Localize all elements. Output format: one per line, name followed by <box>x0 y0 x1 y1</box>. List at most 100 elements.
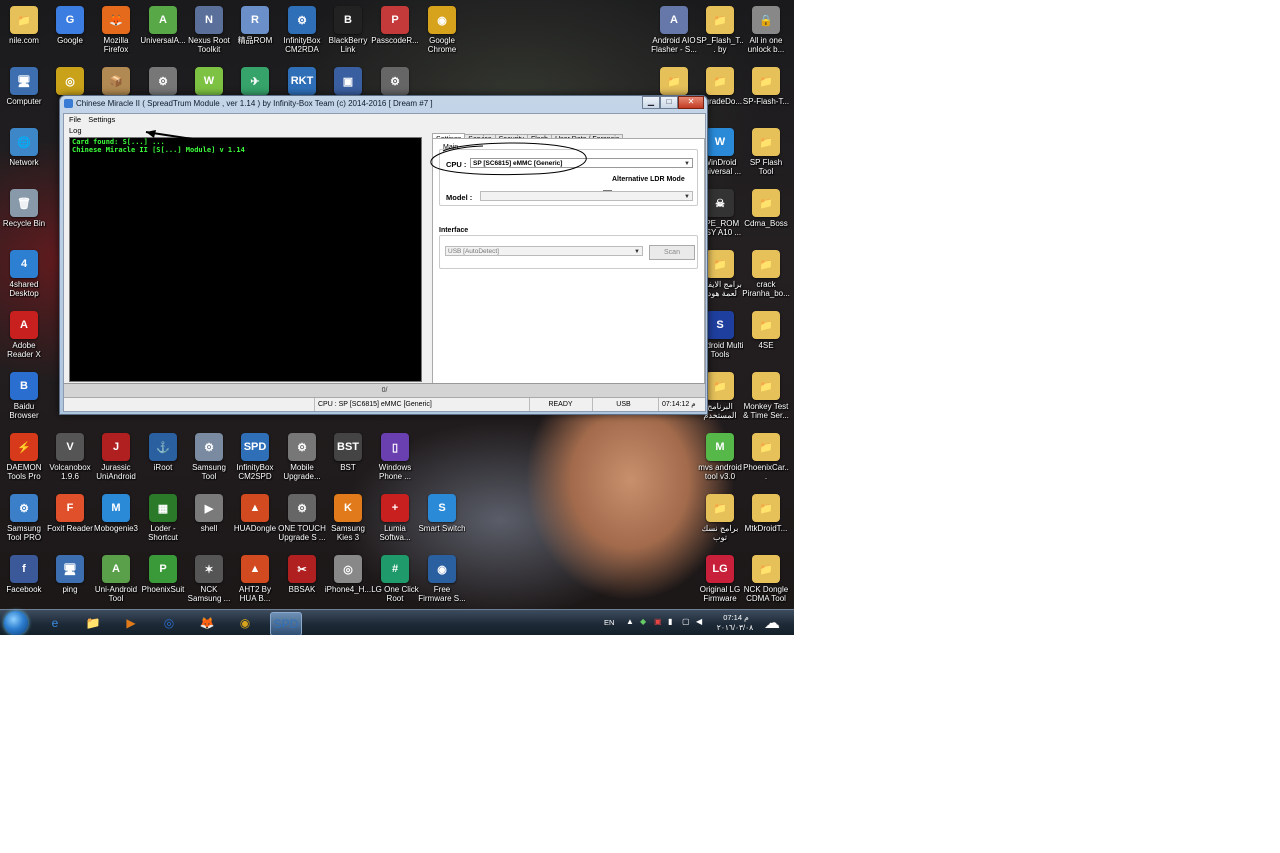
log-panel[interactable]: Card found: S[...] ... Chinese Miracle I… <box>69 137 422 382</box>
desktop-icon[interactable]: ⚙ Samsung Tool <box>185 430 233 490</box>
desktop-icon[interactable]: 📁 SP_Flash_T... by Solimikbal <box>696 3 744 63</box>
desktop-icon[interactable]: 📁 nile.com <box>0 3 48 63</box>
taskbar-chrome-button[interactable]: ◉ <box>230 612 260 634</box>
desktop-icon-image: ⚙ <box>381 67 409 95</box>
desktop-icon[interactable]: ⚙ Samsung Tool PRO <box>0 491 48 551</box>
taskbar-explorer-button[interactable]: 📁 <box>78 612 108 634</box>
taskbar-firefox-button[interactable]: 🦊 <box>192 612 222 634</box>
desktop-icon-label: MtkDroidT... <box>744 524 788 533</box>
desktop-icon[interactable]: 📁 Monkey Test & Time Ser... <box>742 369 790 429</box>
maximize-button[interactable]: □ <box>660 96 678 109</box>
desktop-icon-label: 4shared Desktop <box>9 280 39 298</box>
desktop-icon[interactable]: G Google <box>46 3 94 63</box>
desktop-icon[interactable]: ⚙ ONE TOUCH Upgrade S ... <box>278 491 326 551</box>
desktop-icon[interactable]: P PasscodeR... <box>371 3 419 63</box>
desktop-icon[interactable]: B BlackBerry Link <box>324 3 372 63</box>
display-icon[interactable]: ▢ <box>682 617 690 626</box>
desktop-icon[interactable]: B Baidu Browser <box>0 369 48 429</box>
desktop-icon[interactable]: A Android AIO Flasher - S... <box>650 3 698 63</box>
desktop-icon-label: NCK Samsung ... <box>187 585 231 603</box>
desktop-icon[interactable]: 🌐 Network <box>0 125 48 185</box>
desktop-icon[interactable]: ▲ HUADongle <box>231 491 279 551</box>
interface-select[interactable]: USB [AutoDetect] ▼ <box>445 246 643 256</box>
desktop-icon[interactable]: 📁 crack Piranha_bo... <box>742 247 790 307</box>
desktop-icon-label: Monkey Test & Time Ser... <box>743 402 789 420</box>
desktop-icon[interactable]: 📁 NCK Dongle CDMA Tool <box>742 552 790 612</box>
desktop-icon[interactable]: LG Original LG Firmware <box>696 552 744 612</box>
menu-file[interactable]: File <box>69 114 81 125</box>
desktop-icon[interactable]: ⚙ InfinityBox CM2RDA <box>278 3 326 63</box>
menu-settings[interactable]: Settings <box>88 114 115 125</box>
desktop-icon[interactable]: A Adobe Reader X <box>0 308 48 368</box>
desktop-icon[interactable]: M Mobogenie3 <box>92 491 140 551</box>
taskbar-media-button[interactable]: ▶ <box>116 612 146 634</box>
taskbar-ie-button[interactable]: e <box>40 612 70 634</box>
desktop-icon[interactable]: 📁 4SE <box>742 308 790 368</box>
tray-time[interactable]: 07:14 م <box>716 613 756 622</box>
close-button[interactable]: ✕ <box>678 96 704 109</box>
desktop-icon[interactable]: 🔒 All in one unlock b... <box>742 3 790 63</box>
desktop-icon[interactable]: ✂ BBSAK <box>278 552 326 612</box>
desktop-icon[interactable]: 📁 PhoenixCar... <box>742 430 790 490</box>
desktop-icon[interactable]: ◉ Google Chrome <box>418 3 466 63</box>
desktop-icon[interactable]: F Foxit Reader <box>46 491 94 551</box>
minimize-button[interactable]: ▁ <box>642 96 660 109</box>
scan-button[interactable]: Scan <box>649 245 695 260</box>
desktop-icon[interactable]: ⚓ iRoot <box>139 430 187 490</box>
desktop-icon[interactable]: 🖥 ping <box>46 552 94 612</box>
desktop-icon[interactable]: Mmvs android tool v3.0 <box>696 430 744 490</box>
desktop-icon[interactable]: ⚡ DAEMON Tools Pro <box>0 430 48 490</box>
desktop-icon[interactable]: BST BST <box>324 430 372 490</box>
network-icon[interactable]: ▣ <box>654 617 662 626</box>
taskbar-baidu-button[interactable]: ◎ <box>154 612 184 634</box>
tray-date[interactable]: ٢٠١٦/٠٣/٠٨ <box>710 623 760 632</box>
desktop-icon[interactable]: ⚙ Mobile Upgrade... <box>278 430 326 490</box>
desktop-icon[interactable]: ▲ AHT2 By HUA B... <box>231 552 279 612</box>
desktop-icon[interactable]: 🗑 Recycle Bin <box>0 186 48 246</box>
signal-icon[interactable]: ▮ <box>668 617 672 626</box>
weather-icon[interactable]: ☁ <box>764 613 780 633</box>
desktop-icon[interactable]: R 精品ROM <box>231 3 279 63</box>
tray-chevron-icon[interactable]: ▲ <box>626 617 634 626</box>
desktop-icon-label: nile.com <box>9 36 39 45</box>
desktop-icon[interactable]: 📁 SP-Flash-T... <box>742 64 790 124</box>
desktop-icon[interactable]: ▶ shell <box>185 491 233 551</box>
desktop-icon[interactable]: 🖥 Computer <box>0 64 48 124</box>
desktop-icon[interactable]: ▯ Windows Phone ... <box>371 430 419 490</box>
desktop-icon[interactable]: K Samsung Kies 3 <box>324 491 372 551</box>
taskbar-spd-button[interactable]: SPD <box>270 612 302 635</box>
desktop-icon-image: P <box>381 6 409 34</box>
start-button[interactable] <box>4 611 28 635</box>
desktop-icon[interactable]: 📁 Cdma_Boss <box>742 186 790 246</box>
language-indicator[interactable]: EN <box>604 618 614 627</box>
desktop-icon[interactable]: P PhoenixSuit <box>139 552 187 612</box>
title-bar[interactable]: Chinese Miracle II ( SpreadTrum Module ,… <box>60 96 707 112</box>
desktop-icon[interactable]: + Lumia Softwa... <box>371 491 419 551</box>
desktop-icon[interactable]: A UniversalA... <box>139 3 187 63</box>
desktop-icon-image: B <box>334 6 362 34</box>
desktop-icon[interactable]: 📁 MtkDroidT... <box>742 491 790 551</box>
desktop-icon[interactable]: N Nexus Root Toolkit <box>185 3 233 63</box>
desktop-icon[interactable]: 🦊 Mozilla Firefox <box>92 3 140 63</box>
desktop-icon[interactable]: 📁 برامج نسك توب <box>696 491 744 551</box>
model-select[interactable]: ▼ <box>480 191 693 201</box>
desktop-icon[interactable]: SPD InfinityBox CM2SPD <box>231 430 279 490</box>
desktop-icon[interactable]: S Smart Switch <box>418 491 466 551</box>
desktop-icon-image: 📁 <box>706 6 734 34</box>
desktop-icon[interactable]: # LG One Click Root <box>371 552 419 612</box>
desktop-icon[interactable]: ◎ iPhone4_H... <box>324 552 372 612</box>
app-window: Chinese Miracle II ( SpreadTrum Module ,… <box>59 95 708 415</box>
desktop-icon-label: Volcanobox 1.9.6 <box>49 463 91 481</box>
desktop-icon[interactable]: ◉ Free Firmware S... <box>418 552 466 612</box>
desktop-icon[interactable]: ✶ NCK Samsung ... <box>185 552 233 612</box>
desktop-icon[interactable]: ▦ Loder - Shortcut <box>139 491 187 551</box>
desktop-icon[interactable]: 4 4shared Desktop <box>0 247 48 307</box>
desktop-icon-image: ▣ <box>334 67 362 95</box>
desktop-icon[interactable]: V Volcanobox 1.9.6 <box>46 430 94 490</box>
desktop-icon[interactable]: J Jurassic UniAndroid <box>92 430 140 490</box>
desktop-icon[interactable]: A Uni-Android Tool <box>92 552 140 612</box>
desktop-icon[interactable]: f Facebook <box>0 552 48 612</box>
shield-icon[interactable]: ◆ <box>640 617 646 626</box>
desktop-icon[interactable]: 📁 SP Flash Tool v5.1352.01 <box>742 125 790 185</box>
volume-icon[interactable]: ◀ <box>696 617 702 626</box>
